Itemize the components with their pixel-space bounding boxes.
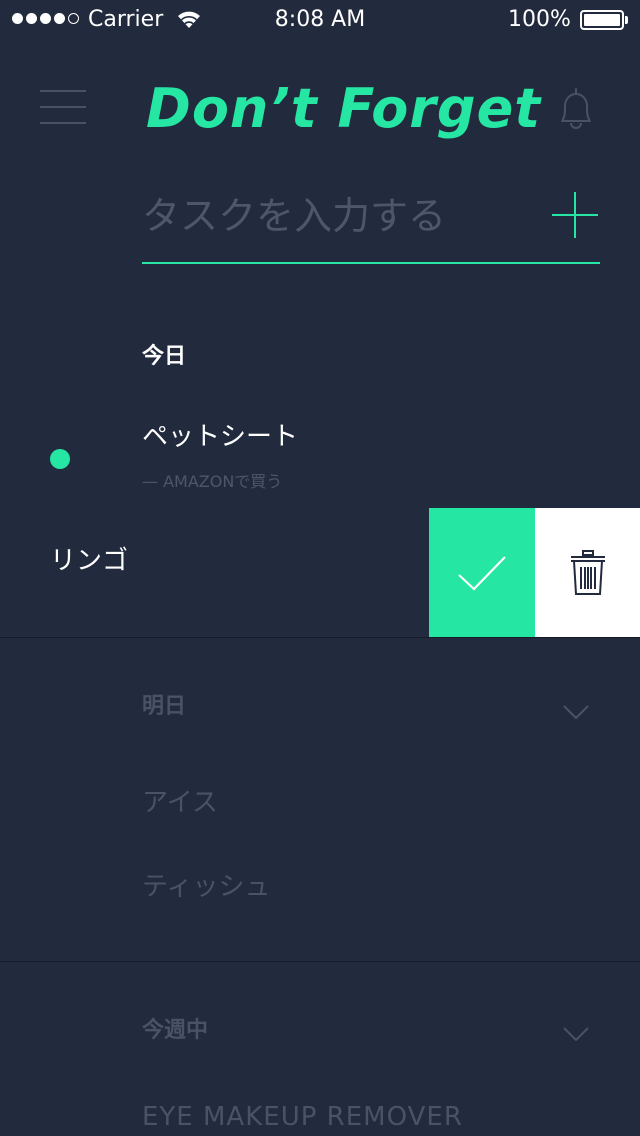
trash-icon (570, 549, 605, 595)
app-title: Don’t Forget (146, 77, 542, 140)
task-item-pet-sheet[interactable]: ペットシート (142, 420, 298, 454)
hamburger-menu-icon[interactable] (40, 90, 88, 126)
task-item-ice[interactable]: アイス (142, 786, 218, 820)
section-heading-today: 今日 (142, 344, 187, 369)
complete-button[interactable] (429, 508, 535, 637)
battery-icon (580, 10, 624, 30)
task-item-eye-makeup-remover[interactable]: EYE MAKEUP REMOVER (142, 1100, 463, 1134)
battery-tip (625, 16, 628, 24)
task-item-apple[interactable]: リンゴ (50, 544, 128, 578)
plus-icon[interactable] (550, 190, 600, 240)
chevron-down-icon[interactable] (562, 1026, 590, 1042)
delete-button[interactable] (535, 508, 640, 637)
status-bar: Carrier 8:08 AM 100% (0, 0, 640, 40)
bell-icon[interactable] (554, 84, 598, 132)
checkmark-icon (458, 555, 506, 591)
section-heading-this-week: 今週中 (142, 1018, 209, 1043)
active-task-indicator (50, 449, 70, 469)
section-divider (0, 637, 640, 638)
battery-percent: 100% (508, 7, 571, 32)
section-heading-tomorrow: 明日 (142, 694, 187, 719)
chevron-down-icon[interactable] (562, 704, 590, 720)
task-input[interactable] (142, 186, 522, 246)
task-item-tissue[interactable]: ティッシュ (142, 870, 270, 904)
section-divider (0, 961, 640, 962)
input-underline (142, 262, 600, 264)
task-note: — AMAZONで買う (142, 472, 283, 491)
